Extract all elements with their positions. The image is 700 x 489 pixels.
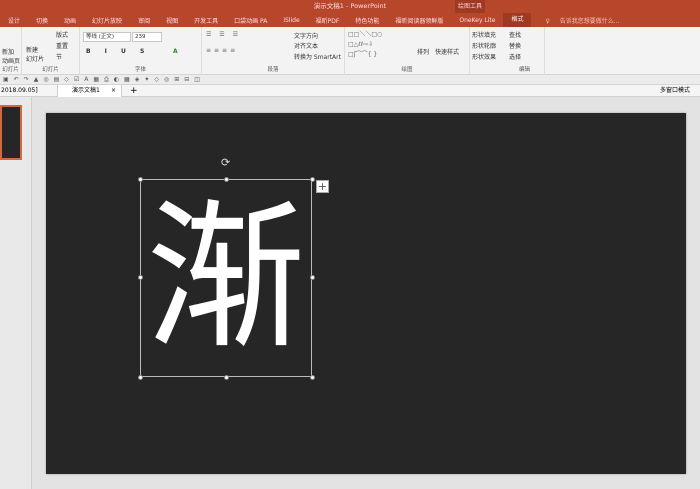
shapes-gallery[interactable]: □□＼＼□○ □△ℓℓ⇨⇩ □ʃ⌒⌒{ }	[348, 30, 382, 60]
group-slides: 新建 幻灯片 版式 重置 节 幻灯片	[22, 27, 80, 75]
select-button[interactable]: 选择	[509, 52, 521, 61]
tab-islide[interactable]: iSlide	[275, 17, 307, 24]
tab-design[interactable]: 设计	[0, 16, 28, 25]
resize-handle[interactable]	[310, 375, 315, 380]
convert-smartart-button[interactable]: 转换为 SmartArt	[294, 52, 341, 61]
group-font: 等线 (正文) 239 B I U S A 字体	[80, 27, 202, 75]
resize-handle[interactable]	[224, 375, 229, 380]
resize-handle[interactable]	[138, 275, 143, 280]
tab-developer[interactable]: 开发工具	[186, 16, 226, 25]
title-bar: 演示文稿1 - PowerPoint	[0, 0, 700, 13]
section-button[interactable]: 节	[56, 52, 62, 61]
font-format-buttons[interactable]: B I U S	[86, 48, 150, 55]
tab-review[interactable]: 审阅	[130, 16, 158, 25]
context-title: 绘图工具	[455, 0, 485, 13]
group-editing: 查找 替换 选择 编辑	[505, 27, 545, 75]
find-button[interactable]: 查找	[509, 30, 521, 39]
tab-view[interactable]: 视图	[158, 16, 186, 25]
tab-foxit-pdf[interactable]: 福昕PDF	[308, 16, 348, 25]
resize-handle[interactable]	[224, 177, 229, 182]
align-text-button[interactable]: 对齐文本	[294, 41, 318, 50]
group-label: 段落	[267, 67, 279, 73]
font-size-select[interactable]: 239	[132, 32, 162, 42]
shape-fill-button[interactable]: 形状填充	[472, 30, 496, 39]
arrange-button[interactable]: 排列	[417, 47, 429, 56]
window-title: 演示文稿1 - PowerPoint	[313, 2, 387, 10]
group-drawing: □□＼＼□○ □△ℓℓ⇨⇩ □ʃ⌒⌒{ } 排列 快速样式 绘图	[345, 27, 470, 75]
shape-format-buttons: 形状填充 形状轮廓 形状效果	[470, 27, 500, 75]
resize-handle[interactable]	[310, 177, 315, 182]
group-label: 字体	[134, 67, 146, 73]
text-direction-button[interactable]: 文字方向	[294, 31, 318, 40]
layout-options-button[interactable]: +	[316, 180, 329, 193]
tab-onekey[interactable]: OneKey Lite	[451, 17, 503, 24]
reset-button[interactable]: 重置	[56, 41, 68, 50]
resize-handle[interactable]	[138, 375, 143, 380]
group-label: 幻灯片	[2, 67, 19, 73]
rotate-handle-icon[interactable]: ⟳	[221, 156, 230, 169]
tell-me-search[interactable]: ♀ 告诉我您想要做什么...	[537, 16, 635, 25]
resize-handle[interactable]	[138, 177, 143, 182]
tab-format[interactable]: 格式	[503, 13, 532, 27]
list-buttons[interactable]: ☰ ☰ ☰	[206, 31, 241, 38]
font-color-button[interactable]: A	[173, 48, 178, 55]
tab-slideshow[interactable]: 幻灯片放映	[84, 16, 130, 25]
replace-button[interactable]: 替换	[509, 41, 521, 50]
slide-thumbnail[interactable]	[0, 105, 22, 160]
tab-foxit-reader[interactable]: 福昕阅读器领鲜版	[387, 16, 451, 25]
close-icon[interactable]: ×	[111, 85, 116, 97]
align-buttons[interactable]: ≡≡≡≡	[206, 47, 238, 54]
layout-button[interactable]: 版式	[56, 30, 68, 39]
new-animation-page-button[interactable]: 新加 动画页	[2, 47, 20, 65]
new-tab-button[interactable]: +	[130, 85, 138, 97]
doc-tab-label: 演示文稿1	[72, 87, 100, 94]
font-name-select[interactable]: 等线 (正文)	[83, 32, 131, 42]
selection-box[interactable]	[140, 179, 312, 377]
group-label: 幻灯片	[42, 67, 59, 73]
tab-transitions[interactable]: 切换	[28, 16, 56, 25]
quick-access-toolbar[interactable]: ▣↶↷▲◎▤◇☑A▦⎙◐▦◈✦◇◎⊞⊟◫	[0, 75, 700, 85]
tab-pocket-animation[interactable]: 口袋动画 PA	[226, 16, 275, 25]
ribbon: 新加 动画页 幻灯片 新建 幻灯片 版式 重置 节 幻灯片 等线 (正文) 23…	[0, 27, 700, 75]
multi-window-button[interactable]: 多窗口模式	[660, 85, 690, 97]
tab-animations[interactable]: 动画	[56, 16, 84, 25]
group-slides0: 新加 动画页 幻灯片	[0, 27, 22, 75]
tell-me-text: 告诉我您想要做什么...	[559, 17, 620, 25]
resize-handle[interactable]	[310, 275, 315, 280]
group-label: 绘图	[401, 67, 413, 73]
group-paragraph: ☰ ☰ ☰ ≡≡≡≡ 文字方向 对齐文本 转换为 SmartArt 段落	[202, 27, 345, 75]
previous-doc-tab[interactable]: 2018.09.05]	[1, 85, 38, 97]
tab-features[interactable]: 特色功能	[347, 16, 387, 25]
group-label: 编辑	[518, 67, 530, 73]
quick-styles-button[interactable]: 快速样式	[435, 47, 459, 56]
doc-tab-active[interactable]: 演示文稿1 ×	[57, 85, 122, 97]
document-tabs: 2018.09.05] 演示文稿1 × + 多窗口模式	[0, 85, 700, 97]
shape-outline-button[interactable]: 形状轮廓	[472, 41, 496, 50]
ribbon-tabs: 设计 切换 动画 幻灯片放映 审阅 视图 开发工具 口袋动画 PA iSlide…	[0, 13, 700, 27]
shape-effects-button[interactable]: 形状效果	[472, 52, 496, 61]
new-slide-button[interactable]: 新建 幻灯片	[26, 45, 44, 63]
